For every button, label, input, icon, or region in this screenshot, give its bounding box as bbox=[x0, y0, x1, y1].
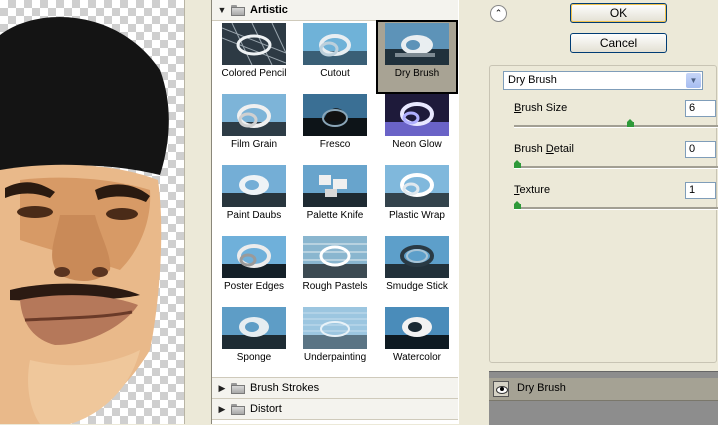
thumb-label: Dry Brush bbox=[394, 68, 440, 79]
gallery-splitter[interactable] bbox=[459, 0, 486, 424]
thumb-label: Film Grain bbox=[230, 139, 278, 150]
expanded-triangle-icon: ▼ bbox=[217, 5, 227, 15]
thumb-image bbox=[303, 165, 367, 207]
thumb-image bbox=[303, 236, 367, 278]
thumb-label: Watercolor bbox=[393, 352, 441, 363]
thumb-neon-glow[interactable]: Neon Glow bbox=[377, 93, 457, 163]
thumb-rough-pastels[interactable]: Rough Pastels bbox=[295, 235, 375, 305]
thumb-image bbox=[222, 94, 286, 136]
thumb-colored-pencil[interactable]: Colored Pencil bbox=[214, 22, 294, 92]
thumb-fresco[interactable]: Fresco bbox=[295, 93, 375, 163]
panel-splitter[interactable] bbox=[184, 0, 212, 424]
thumb-label: Cutout bbox=[320, 68, 350, 79]
preview-image[interactable] bbox=[0, 0, 184, 424]
texture-input[interactable]: 1 bbox=[685, 182, 716, 199]
cancel-button[interactable]: Cancel bbox=[570, 33, 667, 53]
thumb-cutout[interactable]: Cutout bbox=[295, 22, 375, 92]
thumb-image bbox=[385, 236, 449, 278]
thumb-label: Underpainting bbox=[303, 352, 367, 363]
thumb-palette-knife[interactable]: Palette Knife bbox=[295, 164, 375, 234]
thumb-image bbox=[385, 165, 449, 207]
effect-layer-row[interactable]: Dry Brush bbox=[489, 378, 718, 401]
thumb-film-grain[interactable]: Film Grain bbox=[214, 93, 294, 163]
ok-button[interactable]: OK bbox=[570, 3, 667, 23]
eye-icon[interactable] bbox=[493, 381, 509, 397]
thumb-label: Colored Pencil bbox=[221, 68, 287, 79]
thumb-poster-edges[interactable]: Poster Edges bbox=[214, 235, 294, 305]
thumb-label: Poster Edges bbox=[223, 281, 285, 292]
thumb-image bbox=[385, 94, 449, 136]
thumb-image bbox=[222, 307, 286, 349]
collapsed-triangle-icon: ▶ bbox=[218, 382, 226, 393]
thumb-underpainting[interactable]: Underpainting bbox=[295, 306, 375, 376]
brush-detail-input[interactable]: 0 bbox=[685, 141, 716, 158]
thumb-image bbox=[385, 23, 449, 65]
group-brush-strokes[interactable]: ▶ Brush Strokes bbox=[212, 377, 458, 399]
thumb-plastic-wrap[interactable]: Plastic Wrap bbox=[377, 164, 457, 234]
brush-detail-label: Brush Detail bbox=[514, 143, 574, 155]
filter-dropdown-value: Dry Brush bbox=[508, 74, 557, 86]
group-artistic[interactable]: ▼ Artistic bbox=[212, 0, 458, 21]
thumb-label: Rough Pastels bbox=[302, 281, 368, 292]
thumb-sponge[interactable]: Sponge bbox=[214, 306, 294, 376]
thumb-paint-daubs[interactable]: Paint Daubs bbox=[214, 164, 294, 234]
texture-label: Texture bbox=[514, 184, 551, 196]
thumb-label: Neon Glow bbox=[392, 139, 442, 150]
thumb-label: Paint Daubs bbox=[226, 210, 282, 221]
effect-layer-label: Dry Brush bbox=[517, 382, 566, 394]
filter-settings-panel: ⌃ OK Cancel Dry Brush ▼ Brush Size 6 Bru… bbox=[486, 0, 718, 425]
texture-slider[interactable] bbox=[514, 201, 718, 210]
filter-gallery: ▼ Artistic Colored Pencil Cutout Dry Bru… bbox=[211, 0, 461, 424]
thumb-watercolor[interactable]: Watercolor bbox=[377, 306, 457, 376]
filter-dropdown[interactable]: Dry Brush ▼ bbox=[503, 71, 703, 90]
group-distort[interactable]: ▶ Distort bbox=[212, 399, 458, 420]
brush-detail-slider-thumb[interactable] bbox=[514, 160, 521, 168]
thumb-image bbox=[303, 94, 367, 136]
folder-icon bbox=[231, 382, 245, 394]
collapse-gallery-icon[interactable]: ⌃ bbox=[490, 5, 507, 22]
group-artistic-label: Artistic bbox=[250, 4, 288, 16]
thumb-label: Plastic Wrap bbox=[389, 210, 445, 221]
thumb-smudge-stick[interactable]: Smudge Stick bbox=[377, 235, 457, 305]
folder-icon bbox=[231, 4, 245, 16]
thumb-dry-brush[interactable]: Dry Brush bbox=[376, 20, 458, 94]
thumb-image bbox=[222, 23, 286, 65]
brush-size-label: Brush Size bbox=[514, 102, 568, 114]
brush-size-input[interactable]: 6 bbox=[685, 100, 716, 117]
filter-options-box: Dry Brush ▼ Brush Size 6 Brush Detail 0 … bbox=[489, 65, 718, 363]
thumb-label: Smudge Stick bbox=[386, 281, 448, 292]
effect-layers-panel: Dry Brush bbox=[489, 371, 718, 425]
thumb-image bbox=[303, 307, 367, 349]
thumb-image bbox=[222, 165, 286, 207]
texture-slider-thumb[interactable] bbox=[514, 201, 521, 209]
collapsed-triangle-icon: ▶ bbox=[218, 403, 226, 414]
brush-detail-slider[interactable] bbox=[514, 160, 718, 169]
thumb-label: Fresco bbox=[319, 139, 351, 150]
thumb-image bbox=[222, 236, 286, 278]
chevron-down-icon[interactable]: ▼ bbox=[686, 73, 701, 88]
brush-size-slider-thumb[interactable] bbox=[627, 119, 634, 127]
thumb-label: Palette Knife bbox=[306, 210, 364, 221]
portrait-illustration bbox=[0, 17, 169, 424]
brush-size-slider[interactable] bbox=[514, 119, 718, 128]
thumb-image bbox=[303, 23, 367, 65]
folder-icon bbox=[231, 403, 245, 415]
group-distort-label: Distort bbox=[250, 403, 282, 415]
group-brush-strokes-label: Brush Strokes bbox=[250, 382, 320, 394]
thumb-image bbox=[385, 307, 449, 349]
thumb-label: Sponge bbox=[236, 352, 272, 363]
